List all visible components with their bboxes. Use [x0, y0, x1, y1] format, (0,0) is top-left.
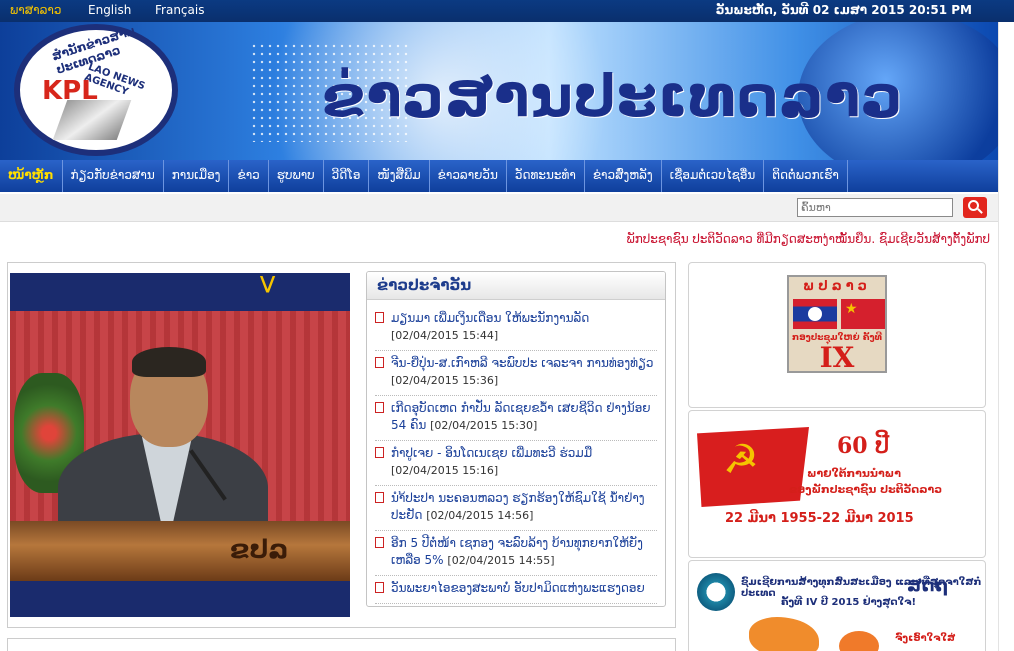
nav-item-home[interactable]: ໜ້າຫຼັກ — [0, 160, 63, 192]
document-icon — [375, 357, 384, 368]
podium — [10, 521, 350, 581]
nav-item-culture[interactable]: ວັດທະນະທຳ — [507, 160, 585, 192]
news-date: [02/04/2015 15:30] — [430, 419, 538, 432]
nav-item-links[interactable]: ເຊື່ອມຕໍ່ເວບໄຊອື່ນ — [662, 160, 765, 192]
main-nav: ໜ້າຫຼັກ ກ່ຽວກັບຂ່າວສານ ການເມືອງ ຂ່າວ ຮູບ… — [0, 160, 998, 192]
search-button[interactable] — [963, 197, 987, 218]
daily-news-list: ມຽນມາ ເພີ່ມເງິນເດືອນ ໃຫ້ພະນັກງານລັດ [02/… — [367, 300, 665, 604]
news-title[interactable]: ວັນພະຍາໄອຂອງສະພາບໍ່ ອັບປາມິດແຫ່ງພະແຮງດອຍ — [391, 581, 645, 595]
sddt-line1: ຊົມເຊີຍການສ້າງທຸກສົນສະເມືອງ ແລະ ທີ່ສຸດຈາ… — [741, 577, 982, 599]
featured-section: ⋁ ຂປລ ຂ່າວປະຈຳວັນ ມຽນມາ ເພີ່ມເງິນເດືອນ ໃ… — [7, 262, 676, 628]
daily-news-panel: ຂ່າວປະຈຳວັນ ມຽນມາ ເພີ່ມເງິນເດືອນ ໃຫ້ພະນັ… — [366, 271, 666, 607]
nav-item-contact[interactable]: ຕິດຕໍ່ພວກເຮົາ — [764, 160, 848, 192]
kpl-logo[interactable]: ສຳນັກຂ່າວສານປະເທດລາວ KPL LAO NEWS AGENCY — [14, 23, 178, 156]
nav-item-past-news[interactable]: ຂ່າວສົ່ງຫລັງ — [585, 160, 662, 192]
document-icon — [375, 582, 384, 593]
page-edge — [998, 22, 1014, 651]
map-graphic-2 — [839, 631, 879, 651]
lower-content-box — [7, 638, 676, 651]
nav-item-photos[interactable]: ຮູບພາບ — [269, 160, 324, 192]
news-date: [02/04/2015 15:36] — [391, 374, 499, 387]
sixty-line2: ຂອງພັກປະຊາຊົນ ປະຕິວັດລາວ — [789, 483, 943, 496]
news-item[interactable]: ມຽນມາ ເພີ່ມເງິນເດືອນ ໃຫ້ພະນັກງານລັດ [02/… — [375, 306, 657, 351]
top-bar: ພາສາລາວ English Français ວັນພະຫັດ, ວັນທີ… — [0, 0, 1014, 22]
news-item[interactable]: ຈີນ-ຍີ່ປຸ່ນ-ສ.ເກົາຫລີ ຈະພົບປະ ເຈລະຈາ ການ… — [375, 351, 657, 396]
party-congress-banner[interactable]: ພປລາວ ★ ກອງປະຊຸມໃຫຍ່ ຄັ້ງທີ IX — [688, 262, 986, 408]
search-input[interactable] — [797, 198, 953, 217]
news-date: [02/04/2015 15:16] — [391, 464, 499, 477]
party-60-years-banner[interactable]: ☭ 60 ປີ ພາຍໃຕ້ການນຳພາ ຂອງພັກປະຊາຊົນ ປະຕິ… — [688, 410, 986, 558]
news-title[interactable]: ຈີນ-ຍີ່ປຸ່ນ-ສ.ເກົາຫລີ ຈະພົບປະ ເຈລະຈາ ການ… — [391, 356, 654, 370]
logo-sheet-graphic — [52, 100, 132, 140]
sddt-line2: ຄັ້ງທີ IV ປີ 2015 ຢ່າງສຸດໃຈ! — [781, 597, 917, 608]
search-bar — [0, 194, 998, 222]
hammer-sickle-icon: ☭ — [723, 437, 759, 483]
chevron-down-icon[interactable]: ⋁ — [260, 273, 275, 294]
document-icon — [375, 402, 384, 413]
document-icon — [375, 312, 384, 323]
news-title[interactable]: ມຽນມາ ເພີ່ມເງິນເດືອນ ໃຫ້ພະນັກງານລັດ — [391, 311, 589, 325]
lang-english-link[interactable]: English — [88, 3, 131, 17]
featured-photo[interactable]: ⋁ ຂປລ — [10, 273, 350, 617]
current-date: ວັນພະຫັດ, ວັນທີ 02 ເມສາ 2015 20:51 PM — [715, 3, 972, 17]
lao-flag-icon — [793, 299, 837, 329]
nav-item-daily-news[interactable]: ຂ່າວລາຍວັນ — [430, 160, 507, 192]
sixty-years-title: 60 ປີ — [837, 433, 890, 459]
news-date: [02/04/2015 14:56] — [426, 509, 534, 522]
nav-item-video[interactable]: ວີດີໂອ — [324, 160, 370, 192]
nav-item-news[interactable]: ຂ່າວ — [229, 160, 269, 192]
news-title[interactable]: ກຳປູເຈຍ - ອິນໂດເນເຊຍ ເພີ່ມທະວີ ຮ່ວມມື — [391, 446, 592, 460]
document-icon — [375, 537, 384, 548]
news-date: [02/04/2015 15:44] — [391, 329, 499, 342]
sddt-logo-icon — [697, 573, 735, 611]
news-date: [02/04/2015 14:55] — [447, 554, 555, 567]
news-item[interactable]: ກຳປູເຈຍ - ອິນໂດເນເຊຍ ເພີ່ມທະວີ ຮ່ວມມື [0… — [375, 441, 657, 486]
news-item[interactable]: ນຳ້ປະປາ ນະຄອນຫລວງ ຮຽກຮ້ອງໃຫ້ຊົມໃຊ້ ນ້ຳຢ່… — [375, 486, 657, 531]
news-item[interactable]: ເກີດອຸບັດເຫດ ກຳປັ່ນ ລັດເຊຍຂວ້ຳ ເສຍຊີວິດ … — [375, 396, 657, 441]
nav-item-newspaper[interactable]: ໜັງສືພິມ — [369, 160, 430, 192]
lang-lao-link[interactable]: ພາສາລາວ — [10, 3, 61, 17]
news-item[interactable]: ວັນພະຍາໄອຂອງສະພາບໍ່ ອັບປາມິດແຫ່ງພະແຮງດອຍ — [375, 576, 657, 604]
sddt-mark: ສດຖ — [907, 575, 949, 596]
nav-item-about[interactable]: ກ່ຽວກັບຂ່າວສານ — [63, 160, 164, 192]
site-title: ຂ່າວສານປະເທດລາວ — [322, 62, 904, 130]
sddt-banner[interactable]: ຊົມເຊີຍການສ້າງທຸກສົນສະເມືອງ ແລະ ທີ່ສຸດຈາ… — [688, 560, 986, 651]
sixty-line1: ພາຍໃຕ້ການນຳພາ — [807, 467, 901, 480]
daily-news-heading: ຂ່າວປະຈຳວັນ — [367, 272, 665, 300]
ix-number: IX — [819, 341, 855, 374]
sddt-tip: ຈົ່ງເອົາໃຈໃສ່ — [895, 633, 956, 644]
document-icon — [375, 492, 384, 503]
map-graphic — [749, 617, 819, 651]
news-ticker[interactable]: ພັກປະຊາຊົນ ປະຕິວັດລາວ ທີ່ມີກຽດສະຫງ່າໝັ້ນ… — [0, 232, 990, 246]
site-banner: ສຳນັກຂ່າວສານປະເທດລາວ KPL LAO NEWS AGENCY… — [0, 22, 998, 160]
news-item[interactable]: ອີກ 5 ປີຕໍ່ໜ້າ ເຊກອງ ຈະລົບລ້າງ ບ້ານທຸກຍາ… — [375, 531, 657, 576]
search-icon-handle — [977, 208, 983, 214]
lang-french-link[interactable]: Français — [155, 3, 204, 17]
party-flag-icon: ★ — [841, 299, 885, 329]
ix-title: ພປລາວ — [803, 279, 871, 294]
document-icon — [375, 447, 384, 458]
congress-ix-badge: ພປລາວ ★ ກອງປະຊຸມໃຫຍ່ ຄັ້ງທີ IX — [787, 275, 887, 374]
sixty-dates: 22 ມີນາ 1955-22 ມີນາ 2015 — [725, 511, 914, 526]
nav-item-politics[interactable]: ການເມືອງ — [164, 160, 230, 192]
speaker-hair — [132, 347, 206, 377]
podium-text: ຂປລ — [230, 535, 289, 565]
